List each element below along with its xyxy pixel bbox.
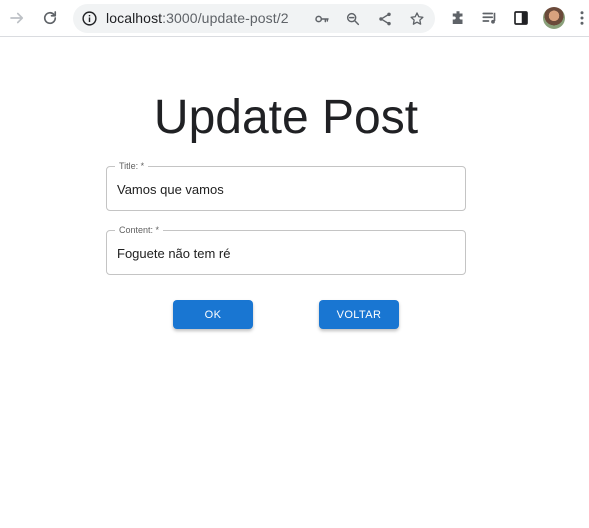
extensions-icon[interactable] — [447, 7, 469, 29]
url-text[interactable]: localhost:3000/update-post/2 — [106, 10, 289, 26]
content-field-label: Content: * — [115, 225, 164, 236]
title-field[interactable]: Title: * Vamos que vamos — [106, 161, 466, 211]
forward-icon[interactable] — [6, 7, 28, 29]
content-input[interactable]: Foguete não tem ré — [117, 246, 447, 261]
info-icon[interactable] — [81, 10, 98, 27]
title-input[interactable]: Vamos que vamos — [117, 182, 447, 197]
back-button[interactable]: VOLTAR — [319, 300, 399, 329]
key-icon[interactable] — [312, 9, 332, 29]
zoom-icon[interactable] — [343, 9, 363, 29]
media-icon[interactable] — [479, 7, 501, 29]
sidepanel-icon[interactable] — [510, 7, 532, 29]
url-host: localhost — [106, 10, 163, 26]
url-path: :3000/update-post/2 — [162, 10, 289, 26]
address-bar[interactable]: localhost:3000/update-post/2 — [73, 4, 435, 33]
profile-avatar[interactable] — [543, 7, 565, 29]
reload-icon[interactable] — [39, 7, 61, 29]
share-icon[interactable] — [375, 9, 395, 29]
ok-button[interactable]: OK — [173, 300, 253, 329]
page-title: Update Post — [153, 91, 419, 144]
content-field[interactable]: Content: * Foguete não tem ré — [106, 225, 466, 275]
browser-toolbar: localhost:3000/update-post/2 — [0, 0, 589, 37]
star-icon[interactable] — [407, 9, 427, 29]
menu-icon[interactable] — [575, 7, 589, 29]
title-field-label: Title: * — [115, 161, 149, 172]
